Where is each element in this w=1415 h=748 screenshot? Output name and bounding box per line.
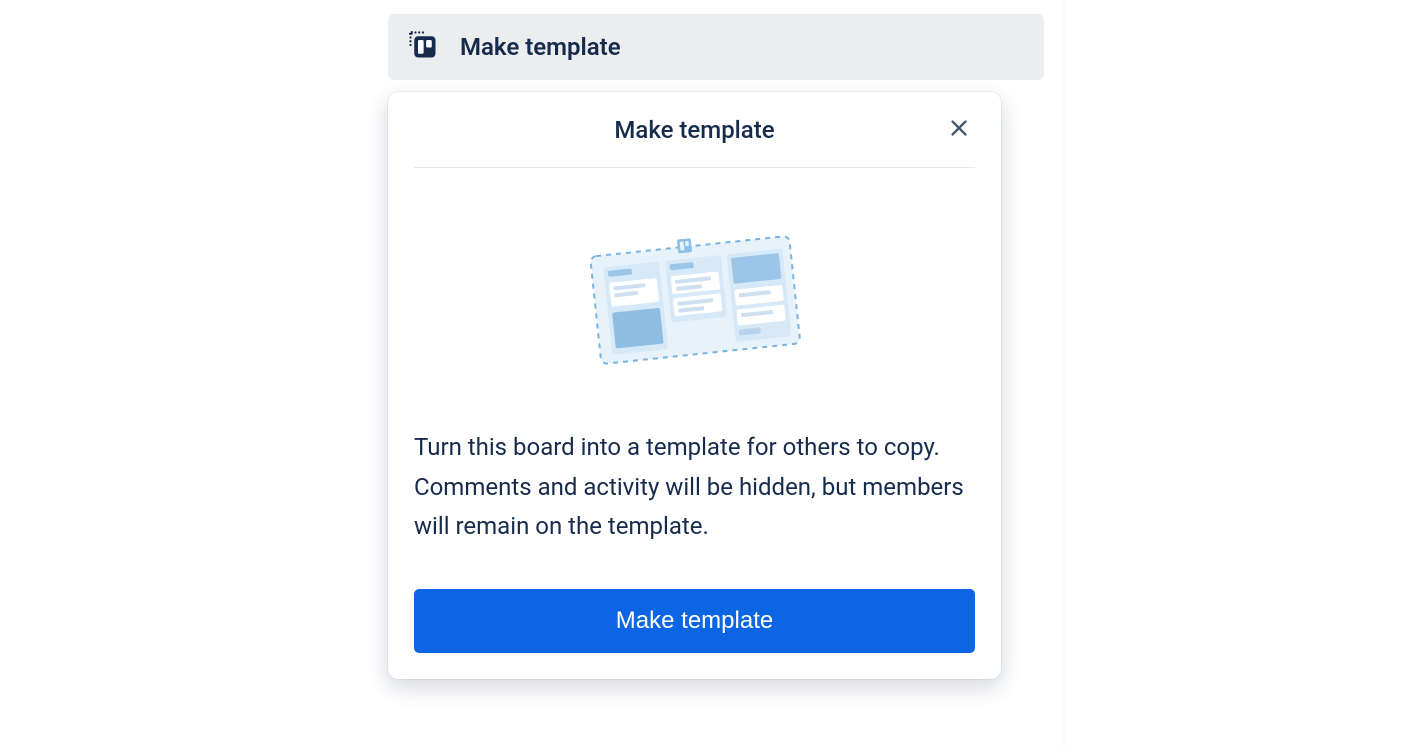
close-icon <box>948 117 970 143</box>
template-board-icon <box>408 30 438 64</box>
settings-panel: Make template Make template <box>370 0 1062 748</box>
template-illustration <box>414 168 975 428</box>
make-template-menu-label: Make template <box>460 33 621 61</box>
popover-header: Make template <box>414 92 975 168</box>
make-template-popover: Make template <box>388 92 1001 679</box>
make-template-menu-item[interactable]: Make template <box>388 14 1044 80</box>
popover-title: Make template <box>614 116 774 144</box>
close-button[interactable] <box>943 114 975 146</box>
popover-description: Turn this board into a template for othe… <box>414 428 975 589</box>
make-template-confirm-button[interactable]: Make template <box>414 589 975 653</box>
